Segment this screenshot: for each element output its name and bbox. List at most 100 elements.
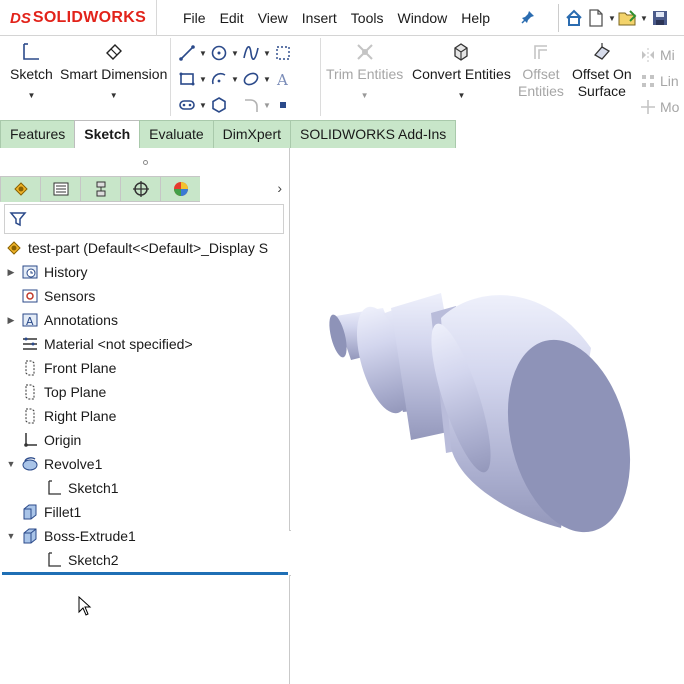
open-document-dropdown[interactable]: ▼ bbox=[639, 6, 649, 30]
new-document-icon[interactable] bbox=[585, 6, 607, 30]
menu-edit[interactable]: Edit bbox=[213, 9, 251, 27]
smart-dimension-label: Smart Dimension bbox=[60, 66, 168, 82]
save-icon[interactable] bbox=[649, 6, 671, 30]
tree-item-fillet1[interactable]: Fillet1 bbox=[20, 500, 81, 524]
dimxpert-manager-tab[interactable] bbox=[120, 176, 160, 202]
slot-dropdown[interactable]: ▼ bbox=[198, 101, 208, 110]
sensors-icon bbox=[20, 286, 40, 306]
tree-item-label: Revolve1 bbox=[44, 456, 103, 472]
circle-dropdown[interactable]: ▼ bbox=[230, 49, 240, 58]
tab-evaluate[interactable]: Evaluate bbox=[139, 120, 214, 148]
graphics-area[interactable] bbox=[291, 148, 684, 684]
pin-icon[interactable] bbox=[520, 9, 536, 25]
expand-arrow-icon[interactable]: ▶ bbox=[6, 315, 16, 326]
offset-entities-button[interactable]: Offset Entities bbox=[518, 40, 564, 100]
feature-manager-tab[interactable] bbox=[0, 176, 40, 202]
menu-help[interactable]: Help bbox=[454, 9, 497, 27]
tree-item-right-plane[interactable]: Right Plane bbox=[20, 404, 116, 428]
home-icon[interactable] bbox=[563, 6, 585, 30]
sketch-button[interactable]: Sketch ▼ bbox=[10, 40, 53, 100]
collapse-arrow-icon[interactable]: ▼ bbox=[6, 531, 16, 541]
collapse-arrow-icon[interactable]: ▼ bbox=[6, 459, 16, 469]
rectangle-dropdown[interactable]: ▼ bbox=[198, 75, 208, 84]
spline-dropdown[interactable]: ▼ bbox=[262, 49, 272, 58]
sketch-dropdown[interactable]: ▼ bbox=[27, 91, 35, 100]
tree-item-label: Right Plane bbox=[44, 408, 117, 424]
tree-item-history[interactable]: ▶ History bbox=[6, 260, 88, 284]
rectangle-icon[interactable] bbox=[176, 68, 198, 90]
line-icon[interactable] bbox=[176, 42, 198, 64]
move-entities-button[interactable]: Mo bbox=[640, 94, 679, 120]
tree-item-revolve1[interactable]: ▼ Revolve1 bbox=[6, 452, 103, 476]
plane-icon bbox=[20, 358, 40, 378]
expand-arrow-icon[interactable]: ▶ bbox=[6, 267, 16, 278]
tree-item-material[interactable]: Material <not specified> bbox=[20, 332, 193, 356]
convert-entities-dropdown[interactable]: ▼ bbox=[457, 91, 465, 100]
slot-icon[interactable] bbox=[176, 94, 198, 116]
text-icon[interactable]: A bbox=[272, 68, 294, 90]
offset-on-surface-button[interactable]: Offset On Surface bbox=[572, 40, 632, 100]
new-document-dropdown[interactable]: ▼ bbox=[607, 6, 617, 30]
display-manager-tab[interactable] bbox=[160, 176, 200, 202]
tree-item-top-plane[interactable]: Top Plane bbox=[20, 380, 106, 404]
quick-access-toolbar: ▼ ▼ bbox=[558, 4, 671, 32]
menu-insert[interactable]: Insert bbox=[295, 9, 344, 27]
extrude-icon bbox=[20, 526, 40, 546]
tree-item-sketch1[interactable]: Sketch1 bbox=[44, 476, 119, 500]
solidworks-logo[interactable]: DS SOLIDWORKS bbox=[10, 6, 146, 30]
menu-file[interactable]: File bbox=[176, 9, 213, 27]
smart-dimension-button[interactable]: Smart Dimension ▼ bbox=[60, 40, 167, 100]
arc-icon[interactable] bbox=[208, 68, 230, 90]
tab-solidworks-add-ins[interactable]: SOLIDWORKS Add-Ins bbox=[290, 120, 457, 148]
material-icon bbox=[20, 334, 40, 354]
trim-entities-label: Trim Entities bbox=[326, 66, 404, 82]
part-model[interactable] bbox=[291, 148, 684, 684]
tree-item-label: Sensors bbox=[44, 288, 96, 304]
tree-item-annotations[interactable]: ▶ A Annotations bbox=[6, 308, 118, 332]
tab-features[interactable]: Features bbox=[0, 120, 76, 148]
trim-entities-button[interactable]: Trim Entities ▼ bbox=[326, 40, 403, 100]
fillet-icon bbox=[20, 502, 40, 522]
fillet-sketch-dropdown[interactable]: ▼ bbox=[262, 101, 272, 110]
panel-resize-grip[interactable] bbox=[0, 148, 290, 176]
chevron-right-icon[interactable]: › bbox=[277, 180, 282, 196]
mirror-icon bbox=[642, 48, 654, 62]
mirror-entities-button[interactable]: Mi bbox=[640, 42, 679, 68]
spline-icon[interactable] bbox=[240, 42, 262, 64]
polygon-icon[interactable] bbox=[208, 94, 230, 116]
display-manager-icon bbox=[173, 182, 188, 196]
rollback-bar[interactable] bbox=[2, 572, 288, 575]
dimxpert-icon bbox=[132, 181, 149, 197]
tree-item-origin[interactable]: Origin bbox=[20, 428, 81, 452]
property-manager-tab[interactable] bbox=[40, 176, 80, 202]
menu-window[interactable]: Window bbox=[390, 9, 454, 27]
tree-item-label: Sketch1 bbox=[68, 480, 119, 496]
menu-view[interactable]: View bbox=[251, 9, 295, 27]
circle-icon[interactable] bbox=[208, 42, 230, 64]
open-document-icon[interactable] bbox=[617, 6, 639, 30]
tree-item-boss-extrude1[interactable]: ▼ Boss-Extrude1 bbox=[6, 524, 136, 548]
tree-item-front-plane[interactable]: Front Plane bbox=[20, 356, 116, 380]
convert-entities-button[interactable]: Convert Entities ▼ bbox=[412, 40, 511, 100]
tree-item-sensors[interactable]: Sensors bbox=[20, 284, 95, 308]
line-dropdown[interactable]: ▼ bbox=[198, 49, 208, 58]
toolbar-divider bbox=[320, 38, 321, 116]
ellipse-dropdown[interactable]: ▼ bbox=[262, 75, 272, 84]
linear-pattern-button[interactable]: Lin bbox=[640, 68, 679, 94]
ellipse-icon[interactable] bbox=[240, 68, 262, 90]
tab-sketch[interactable]: Sketch bbox=[74, 120, 141, 148]
arc-dropdown[interactable]: ▼ bbox=[230, 75, 240, 84]
tree-root-part[interactable]: test-part (Default<<Default>_Display S bbox=[4, 236, 268, 260]
tree-filter-box[interactable] bbox=[4, 204, 284, 234]
fillet-sketch-icon[interactable] bbox=[240, 94, 262, 116]
trim-entities-dropdown[interactable]: ▼ bbox=[361, 91, 369, 100]
tab-dimxpert[interactable]: DimXpert bbox=[212, 120, 292, 148]
construction-geometry-icon[interactable] bbox=[272, 42, 294, 64]
configuration-manager-tab[interactable] bbox=[80, 176, 120, 202]
smart-dimension-dropdown[interactable]: ▼ bbox=[110, 91, 118, 100]
tree-item-label: Sketch2 bbox=[68, 552, 119, 568]
revolve-icon bbox=[20, 454, 40, 474]
point-icon[interactable] bbox=[272, 94, 294, 116]
menu-tools[interactable]: Tools bbox=[344, 9, 391, 27]
tree-item-sketch2[interactable]: Sketch2 bbox=[44, 548, 119, 572]
